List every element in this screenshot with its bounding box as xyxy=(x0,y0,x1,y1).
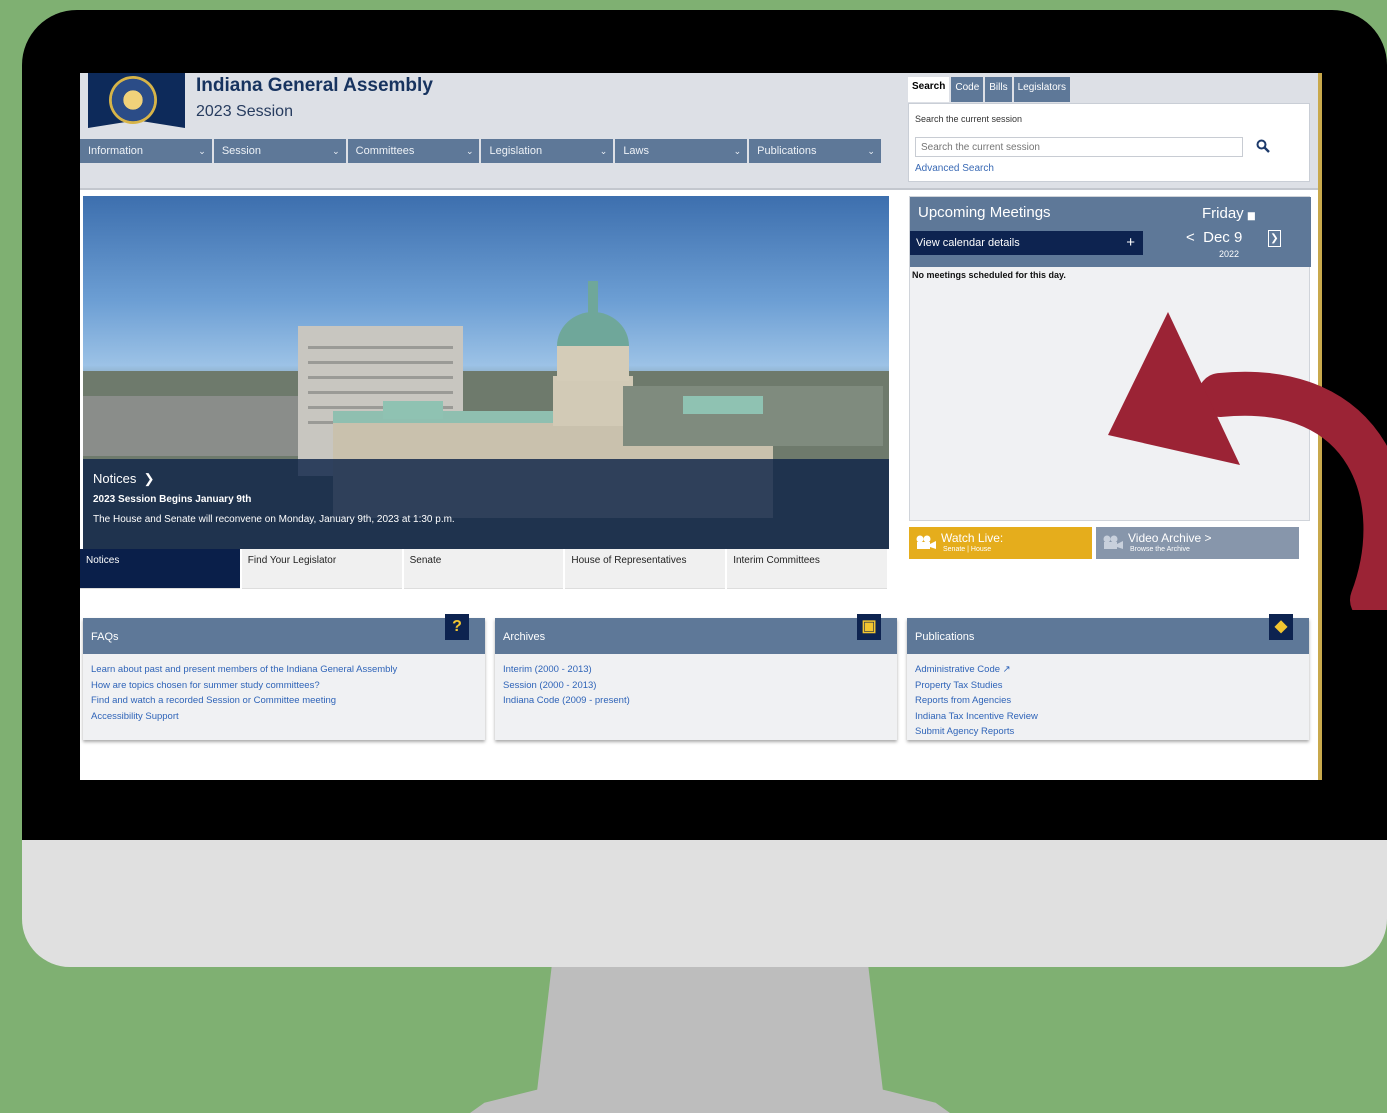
nav-label: Publications xyxy=(757,145,817,157)
view-calendar-label: View calendar details xyxy=(916,237,1020,249)
archive-link[interactable]: Session (2000 - 2013) xyxy=(503,678,889,694)
archives-links: Interim (2000 - 2013) Session (2000 - 20… xyxy=(495,654,897,717)
site-header: Indiana General Assembly 2023 Session In… xyxy=(80,73,1322,190)
calendar-date-label: Dec 9 xyxy=(1203,229,1243,246)
calendar-next-button[interactable]: ❯ xyxy=(1268,230,1281,247)
archives-card: Archives ▣ Interim (2000 - 2013) Session… xyxy=(495,614,897,740)
book-icon: ◆ xyxy=(1269,614,1293,640)
nav-item-legislation[interactable]: Legislation ⌄ xyxy=(481,139,616,163)
search-hint: Search the current session xyxy=(915,114,1023,124)
nav-label: Session xyxy=(221,145,261,157)
publications-header: Publications ◆ xyxy=(907,614,1309,654)
watch-live-button[interactable]: Watch Live: Senate | House xyxy=(909,527,1092,559)
nav-item-laws[interactable]: Laws ⌄ xyxy=(615,139,750,163)
publications-card: Publications ◆ Administrative Code ↗ Pro… xyxy=(907,614,1309,740)
publications-title: Publications xyxy=(915,631,975,643)
curved-arrow-icon xyxy=(1108,312,1387,610)
calendar-day-label: Friday xyxy=(1202,205,1244,222)
publications-links: Administrative Code ↗ Property Tax Studi… xyxy=(907,654,1309,748)
notices-label: Notices xyxy=(93,471,137,486)
chevron-down-icon: ⌄ xyxy=(198,146,206,156)
archives-title: Archives xyxy=(503,631,546,643)
tab-house[interactable]: House of Representatives xyxy=(565,549,726,589)
tab-code[interactable]: Code xyxy=(951,77,984,102)
search-input[interactable] xyxy=(915,137,1243,157)
watch-live-sub[interactable]: Senate | House xyxy=(943,546,991,553)
notices-link[interactable]: Notices ❯ xyxy=(93,471,155,487)
faq-link[interactable]: How are topics chosen for summer study c… xyxy=(91,678,477,694)
publication-link[interactable]: Administrative Code ↗ xyxy=(915,662,1301,678)
meetings-header: Upcoming Meetings View calendar details … xyxy=(910,197,1311,267)
nav-item-committees[interactable]: Committees ⌄ xyxy=(347,139,482,163)
calendar-day: Friday ▆ xyxy=(1202,205,1255,222)
chevron-right-icon: ❯ xyxy=(139,471,155,486)
monitor-chin xyxy=(22,840,1387,967)
chevron-down-icon: ⌄ xyxy=(599,146,608,156)
tab-search[interactable]: Search xyxy=(908,77,950,102)
calendar-prev-button[interactable]: < xyxy=(1186,229,1195,246)
chevron-down-icon: ⌄ xyxy=(733,146,742,156)
main-nav: Information ⌄ Session ⌄ Committees ⌄ Legisl… xyxy=(80,139,883,163)
external-link-icon: ↗ xyxy=(1002,664,1011,675)
calendar-icon[interactable]: ▆ xyxy=(1248,210,1255,220)
archives-header: Archives ▣ xyxy=(495,614,897,654)
tab-interim-committees[interactable]: Interim Committees xyxy=(727,549,887,589)
archive-link[interactable]: Indiana Code (2009 - present) xyxy=(503,693,889,709)
site-subtitle: 2023 Session xyxy=(196,103,293,120)
notice-text: The House and Senate will reconvene on M… xyxy=(93,514,455,525)
tab-notices[interactable]: Notices xyxy=(80,549,240,589)
site-title[interactable]: Indiana General Assembly xyxy=(196,75,433,97)
publication-link[interactable]: Indiana Tax Incentive Review xyxy=(915,709,1301,725)
search-icon[interactable] xyxy=(1256,139,1270,153)
notice-overlay: Notices ❯ 2023 Session Begins January 9t… xyxy=(83,459,889,549)
chevron-down-icon: ⌄ xyxy=(332,146,340,156)
calendar-date: < Dec 9 xyxy=(1186,229,1242,246)
nav-label: Laws xyxy=(623,145,649,157)
faqs-card: FAQs ? Learn about past and present memb… xyxy=(83,614,485,740)
hero-tabs: Notices Find Your Legislator Senate Hous… xyxy=(80,549,889,589)
faqs-links: Learn about past and present members of … xyxy=(83,654,485,732)
publication-link-label: Administrative Code xyxy=(915,664,1001,675)
chevron-down-icon: ⌄ xyxy=(465,146,474,156)
view-calendar-button[interactable]: View calendar details + xyxy=(910,231,1143,255)
meetings-title: Upcoming Meetings xyxy=(918,204,1051,221)
monitor-stand xyxy=(470,967,950,1113)
tab-legislators[interactable]: Legislators xyxy=(1013,77,1070,102)
faq-link[interactable]: Accessibility Support xyxy=(91,709,477,725)
no-meetings-message: No meetings scheduled for this day. xyxy=(912,270,1066,280)
video-camera-icon xyxy=(916,535,936,549)
archive-link[interactable]: Interim (2000 - 2013) xyxy=(503,662,889,678)
question-icon: ? xyxy=(445,614,469,640)
notice-title: 2023 Session Begins January 9th xyxy=(93,494,252,505)
watch-live-title: Watch Live: xyxy=(941,531,1004,545)
nav-label: Information xyxy=(88,145,144,157)
search-panel: Search Code Bills Legislators Search the… xyxy=(908,73,1310,182)
nav-label: Legislation xyxy=(489,145,543,157)
nav-item-session[interactable]: Session ⌄ xyxy=(213,139,348,163)
hero-carousel[interactable]: Notices ❯ 2023 Session Begins January 9t… xyxy=(83,196,889,549)
publication-link[interactable]: Reports from Agencies xyxy=(915,693,1301,709)
tab-bills[interactable]: Bills xyxy=(985,77,1012,102)
archive-box-icon: ▣ xyxy=(857,614,881,640)
faq-link[interactable]: Learn about past and present members of … xyxy=(91,662,477,678)
state-seal-icon[interactable] xyxy=(109,76,157,124)
faqs-title: FAQs xyxy=(91,631,119,643)
nav-label: Committees xyxy=(355,145,415,157)
calendar-year: 2022 xyxy=(1219,249,1240,259)
publication-link[interactable]: Submit Agency Reports xyxy=(915,724,1301,740)
nav-item-publications[interactable]: Publications ⌄ xyxy=(749,139,883,163)
faqs-header: FAQs ? xyxy=(83,614,485,654)
publication-link[interactable]: Property Tax Studies xyxy=(915,678,1301,694)
tab-senate[interactable]: Senate xyxy=(403,549,564,589)
tab-find-legislator[interactable]: Find Your Legislator xyxy=(241,549,402,589)
faq-link[interactable]: Find and watch a recorded Session or Com… xyxy=(91,693,477,709)
nav-item-information[interactable]: Information ⌄ xyxy=(80,139,214,163)
search-box: Search the current session Advanced Sear… xyxy=(908,103,1310,182)
chevron-down-icon: ⌄ xyxy=(867,146,875,156)
search-tabs: Search Code Bills Legislators xyxy=(908,77,1072,102)
plus-icon: + xyxy=(1126,234,1135,251)
advanced-search-link[interactable]: Advanced Search xyxy=(915,163,994,174)
